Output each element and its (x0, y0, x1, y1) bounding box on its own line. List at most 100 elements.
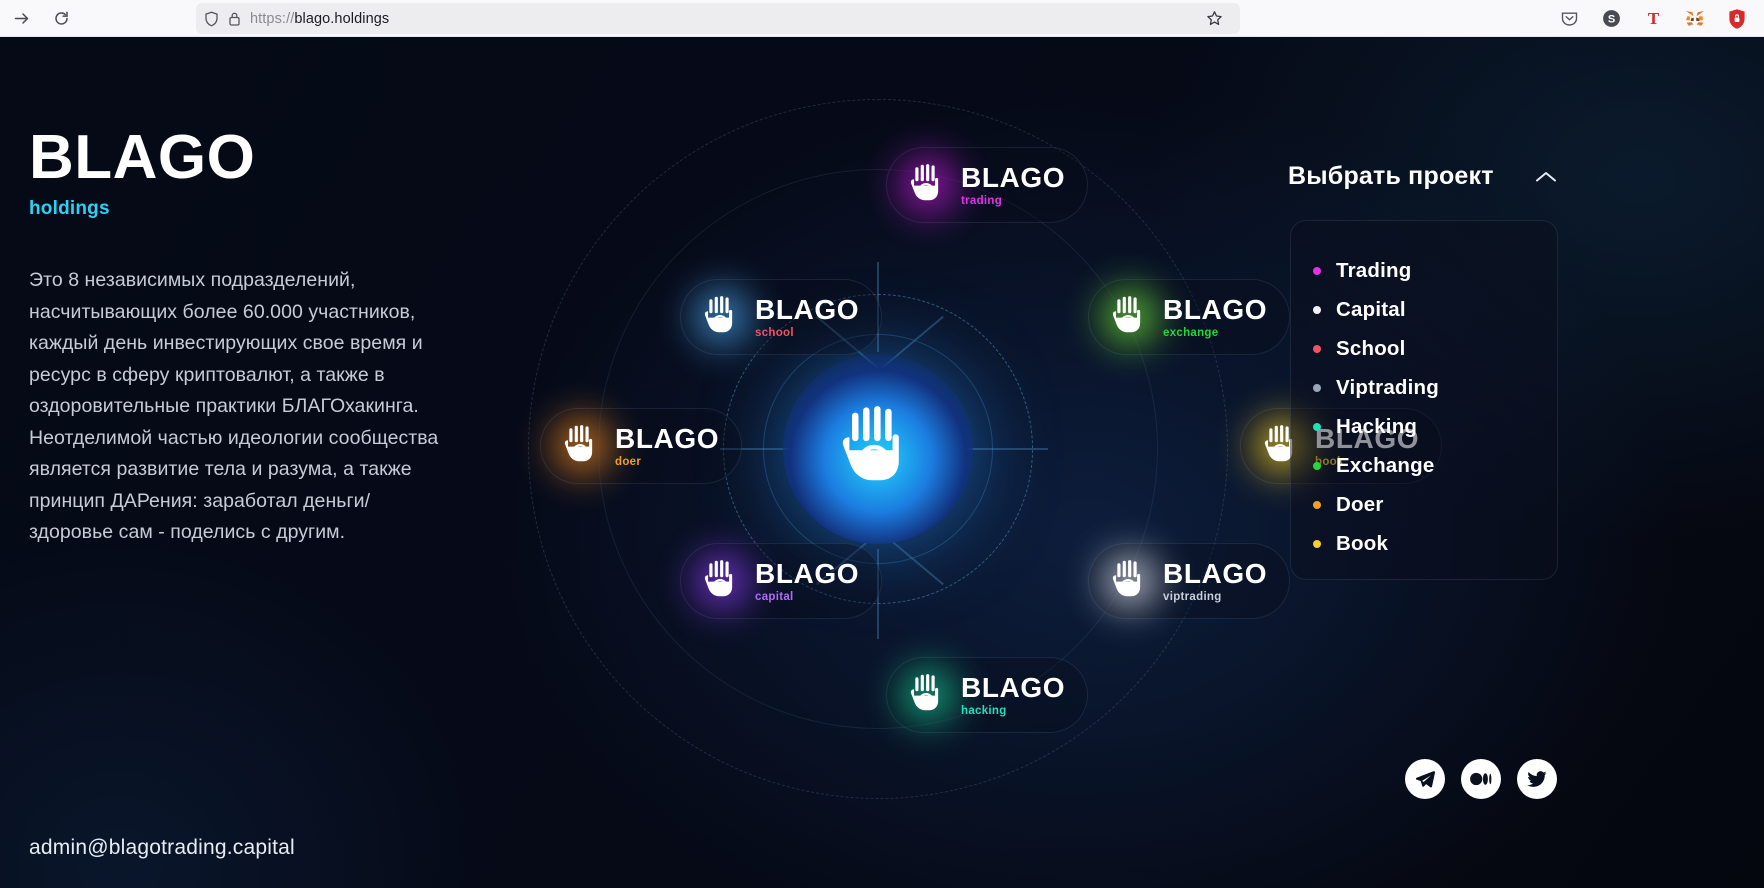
node-brand: BLAGO (1163, 557, 1268, 589)
node-subtitle: exchange (1163, 326, 1219, 339)
node-brand: BLAGO (961, 671, 1066, 703)
url-host: blago.holdings (294, 10, 390, 27)
project-item-trading[interactable]: Trading (1313, 251, 1557, 290)
project-bullet-icon (1313, 461, 1321, 470)
blago-hand-logo (910, 164, 939, 201)
project-bullet-icon (1313, 383, 1321, 392)
twitter-icon[interactable] (1517, 759, 1557, 799)
project-label: Exchange (1336, 453, 1435, 477)
diagram-node-exchange[interactable]: BLAGO exchange (1084, 271, 1291, 363)
diagram-node-viptrading[interactable]: BLAGO viptrading (1084, 535, 1291, 627)
brand-subtitle: holdings (29, 198, 110, 219)
node-subtitle: viptrading (1163, 590, 1222, 603)
extension-icons: S T (1556, 0, 1758, 37)
node-text: BLAGO hacking (961, 671, 1066, 717)
node-logo-wrap (1084, 271, 1176, 363)
project-item-book[interactable]: Book (1313, 524, 1557, 563)
node-logo-wrap (676, 535, 768, 627)
node-brand: BLAGO (755, 293, 860, 325)
shield-lock-icon[interactable] (1724, 6, 1750, 32)
node-brand: BLAGO (755, 557, 860, 589)
intro-paragraph: Это 8 независимых подразделений, насчиты… (29, 269, 439, 543)
project-label: Book (1336, 531, 1389, 555)
project-label: Hacking (1336, 414, 1418, 438)
node-subtitle: school (755, 326, 794, 339)
blago-hand-logo (1112, 560, 1141, 597)
project-item-school[interactable]: School (1313, 329, 1557, 368)
node-text: BLAGO school (755, 293, 860, 339)
project-label: School (1336, 336, 1406, 360)
shield-icon[interactable] (204, 11, 219, 27)
node-text: BLAGO capital (755, 557, 860, 603)
node-brand: BLAGO (961, 161, 1066, 193)
s-circle-icon[interactable]: S (1598, 6, 1624, 32)
chevron-up-icon[interactable] (1534, 169, 1558, 185)
page-title: BLAGO (29, 123, 256, 192)
projects-diagram: BLAGO trading BLAGO school BLAGO exchange BLAG… (498, 37, 1443, 888)
contact-email[interactable]: admin@blagotrading.capital (29, 836, 295, 860)
node-subtitle: doer (615, 455, 642, 468)
social-links (1405, 759, 1557, 799)
node-subtitle: hacking (961, 704, 1007, 717)
panel-header[interactable]: Выбрать проект (1288, 162, 1558, 191)
url-scheme: https:// (250, 10, 295, 27)
diagram-node-capital[interactable]: BLAGO capital (676, 535, 883, 627)
node-logo-wrap (882, 139, 974, 231)
project-bullet-icon (1313, 500, 1321, 509)
address-bar[interactable]: https://blago.holdings (196, 3, 1240, 34)
diagram-node-school[interactable]: BLAGO school (676, 271, 883, 363)
metamask-fox-icon[interactable] (1682, 6, 1708, 32)
project-list-panel: Trading Capital School Viptrading Hacking Exc… (1290, 220, 1558, 580)
project-item-exchange[interactable]: Exchange (1313, 446, 1557, 485)
node-text: BLAGO viptrading (1163, 557, 1268, 603)
node-subtitle: trading (961, 194, 1003, 207)
project-bullet-icon (1313, 344, 1321, 353)
forward-arrow-icon[interactable] (4, 3, 38, 33)
project-label: Viptrading (1336, 375, 1439, 399)
page-content: BLAGO holdings Это 8 независимых подразд… (0, 37, 1764, 888)
blago-hand-logo (910, 674, 939, 711)
node-logo-wrap (882, 649, 974, 741)
blago-hand-logo (564, 425, 593, 462)
project-label: Trading (1336, 258, 1412, 282)
star-icon[interactable] (1198, 3, 1230, 34)
blago-hand-logo (704, 560, 733, 597)
t-letter-icon[interactable]: T (1640, 6, 1666, 32)
navigation-buttons (0, 3, 78, 33)
project-bullet-icon (1313, 539, 1321, 548)
browser-toolbar: https://blago.holdings S T (0, 0, 1764, 37)
panel-title: Выбрать проект (1288, 162, 1494, 190)
project-label: Capital (1336, 297, 1406, 321)
hub-logo[interactable] (783, 354, 973, 544)
telegram-icon[interactable] (1405, 759, 1445, 799)
node-brand: BLAGO (615, 422, 720, 454)
reload-icon[interactable] (44, 3, 78, 33)
hero-section: BLAGO holdings Это 8 независимых подразд… (29, 127, 489, 549)
project-bullet-icon (1313, 422, 1321, 431)
node-text: BLAGO doer (615, 422, 720, 468)
node-logo-wrap (536, 400, 628, 492)
project-item-doer[interactable]: Doer (1313, 485, 1557, 524)
svg-text:S: S (1607, 14, 1614, 26)
pocket-icon[interactable] (1556, 6, 1582, 32)
node-text: BLAGO exchange (1163, 293, 1268, 339)
project-label: Doer (1336, 492, 1384, 516)
node-text: BLAGO trading (961, 161, 1066, 207)
blago-hand-logo (842, 406, 899, 481)
diagram-node-hacking[interactable]: BLAGO hacking (882, 649, 1089, 741)
project-item-capital[interactable]: Capital (1313, 290, 1557, 329)
node-brand: BLAGO (1163, 293, 1268, 325)
svg-text:T: T (1647, 9, 1659, 28)
blago-hand-logo (1112, 296, 1141, 333)
node-logo-wrap (676, 271, 768, 363)
diagram-node-doer[interactable]: BLAGO doer (536, 400, 743, 492)
diagram-node-trading[interactable]: BLAGO trading (882, 139, 1089, 231)
project-bullet-icon (1313, 266, 1321, 275)
lock-icon[interactable] (228, 11, 241, 27)
project-item-hacking[interactable]: Hacking (1313, 407, 1557, 446)
url-text: https://blago.holdings (250, 11, 389, 27)
project-bullet-icon (1313, 305, 1321, 314)
node-subtitle: capital (755, 590, 794, 603)
medium-icon[interactable] (1461, 759, 1501, 799)
project-item-viptrading[interactable]: Viptrading (1313, 368, 1557, 407)
